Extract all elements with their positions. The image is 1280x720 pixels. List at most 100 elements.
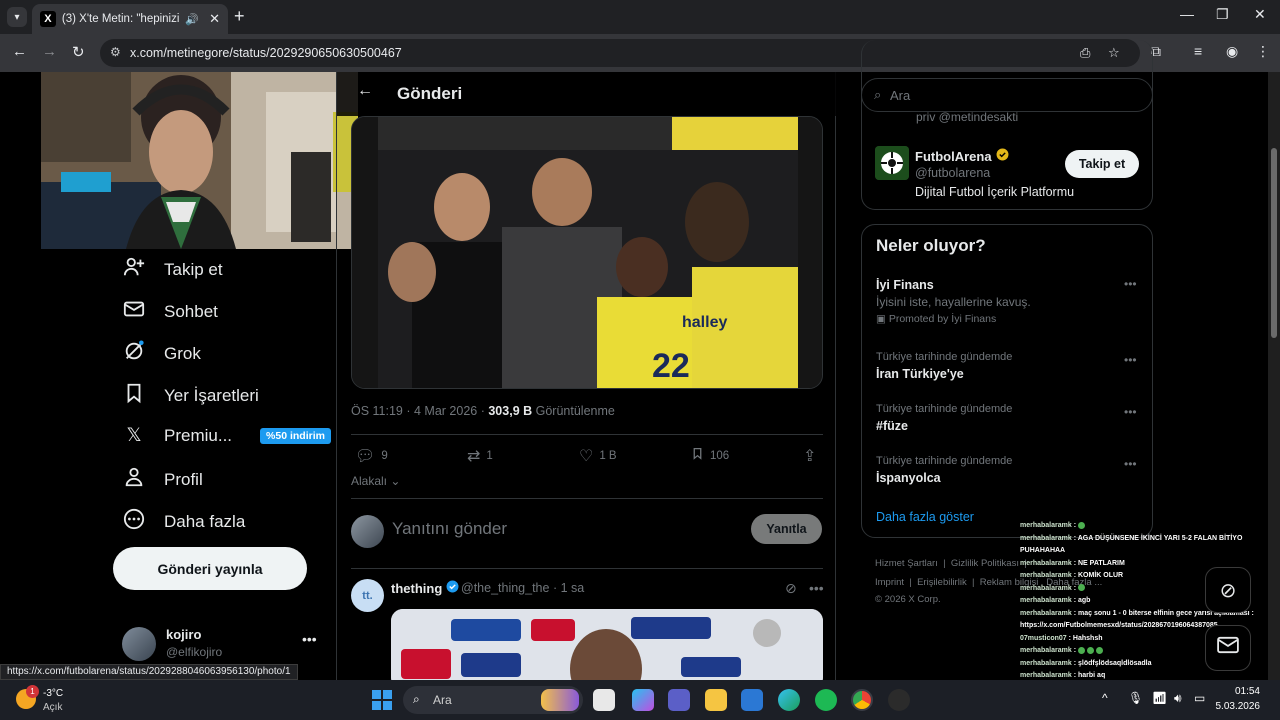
emote-icon (1078, 584, 1085, 592)
edge-icon[interactable] (778, 689, 800, 711)
reply-count: 9 (381, 450, 388, 462)
reply-sort-dropdown[interactable]: Alakalı ⌄ (351, 474, 400, 488)
reply-action[interactable]: 💬︎ 9 (355, 446, 388, 466)
discount-badge: %50 indirim (260, 427, 331, 444)
retweet-action[interactable]: ⇄ 1 (467, 446, 493, 466)
views-label: Görüntülenme (535, 404, 615, 418)
nav-label: Daha fazla (164, 512, 246, 531)
page-scrollbar[interactable] (1268, 72, 1280, 680)
follow-button[interactable]: Takip et (1065, 150, 1139, 178)
trend-item[interactable]: Türkiye tarihinde gündemde #füze (876, 403, 1136, 433)
task-view-icon[interactable] (593, 689, 615, 711)
trend-desc: İyisini iste, hayallerine kavuş. (876, 295, 1031, 309)
media-control-icon[interactable]: ≡ (1194, 43, 1202, 59)
nav-label: Takip et (164, 260, 223, 279)
back-arrow-icon[interactable]: ← (357, 82, 373, 100)
grok-fab[interactable]: ⊘ (1205, 567, 1251, 613)
suggestion-name-text: FutbolArena (915, 148, 992, 164)
teams-icon[interactable] (668, 689, 690, 711)
chat-user: merhabalaramk (1020, 572, 1072, 579)
share-action[interactable]: ⇪ (803, 446, 816, 466)
more-dots-icon[interactable]: ••• (809, 580, 824, 596)
browser-menu-icon[interactable]: ⋮ (1256, 43, 1270, 60)
maximize-button[interactable]: ❐ (1216, 6, 1229, 23)
obs-icon[interactable] (888, 689, 910, 711)
nav-item-follow[interactable]: Takip et (122, 256, 223, 284)
minimize-button[interactable]: — (1180, 6, 1194, 22)
reload-button[interactable]: ↻ (72, 43, 85, 61)
system-clock[interactable]: 01:54 5.03.2026 (1200, 684, 1261, 714)
sort-label: Alakalı (351, 474, 388, 488)
spotify-icon[interactable] (815, 689, 837, 711)
footer-link[interactable]: Imprint (875, 577, 904, 588)
divider (351, 568, 823, 569)
more-dots-icon[interactable]: ••• (1124, 457, 1137, 471)
site-info-icon[interactable]: ⚙ (110, 45, 121, 59)
tweet-photo[interactable]: halley 22 (351, 116, 823, 389)
avatar[interactable]: tt. (351, 579, 384, 612)
window-close-button[interactable]: ✕ (1254, 6, 1266, 23)
forward-button[interactable]: → (42, 43, 57, 60)
more-dots-icon[interactable]: ••• (1124, 277, 1137, 291)
chat-user: merhabalaramk (1020, 609, 1072, 617)
messages-fab[interactable] (1205, 625, 1251, 671)
nav-label: Yer İşaretleri (164, 386, 259, 405)
nav-item-more[interactable]: Daha fazla (122, 508, 245, 536)
chat-text: harbi aq (1078, 672, 1106, 679)
nav-item-grok[interactable]: Grok (122, 340, 201, 368)
retweet-count: 1 (486, 450, 493, 462)
volume-icon[interactable]: 🔊︎ (1174, 691, 1182, 706)
footer-link[interactable]: Hizmet Şartları (875, 558, 938, 569)
chat-text: agb (1078, 597, 1091, 604)
wifi-icon[interactable]: 📶︎ (1152, 691, 1167, 705)
footer-link[interactable]: Gizlilik Politikası (951, 558, 1019, 569)
microphone-icon[interactable]: 🎙︎ (1128, 691, 1143, 705)
nav-item-chat[interactable]: Sohbet (122, 298, 218, 326)
nav-label: Grok (164, 344, 201, 363)
heart-icon: ♡ (579, 448, 594, 465)
speaker-icon[interactable]: 🔊 (185, 13, 199, 26)
store-icon[interactable] (741, 689, 763, 711)
taskbar-search[interactable]: ⌕ Ara (403, 686, 583, 714)
tweet-author[interactable]: thething (391, 580, 459, 596)
file-explorer-icon[interactable] (705, 689, 727, 711)
trend-item[interactable]: Türkiye tarihinde gündemde İran Türkiye'… (876, 351, 1136, 381)
browser-tab[interactable]: X (3) X'te Metin: "hepinizin al 🔊 ✕ (32, 4, 228, 34)
grok-icon[interactable]: ⊘ (785, 580, 797, 597)
show-more-link[interactable]: Daha fazla göster (876, 510, 974, 524)
new-tab-button[interactable]: + (234, 6, 245, 27)
scrollbar-thumb[interactable] (1271, 148, 1277, 338)
back-button[interactable]: ← (12, 43, 27, 60)
chat-user: merhabalaramk (1020, 559, 1072, 567)
nav-item-profile[interactable]: Profil (122, 466, 203, 494)
more-dots-icon[interactable]: ••• (302, 631, 317, 647)
chat-user: 07musticon07 (1020, 634, 1067, 642)
tray-chevron-icon[interactable]: ^ (1102, 691, 1108, 705)
copyright: © 2026 X Corp. (875, 594, 941, 605)
tab-search-dropdown[interactable]: ▾ (7, 7, 27, 27)
more-dots-icon[interactable]: ••• (1124, 353, 1137, 367)
profile-icon[interactable]: ◉ (1226, 43, 1238, 60)
reply-button[interactable]: Yanıtla (751, 514, 822, 544)
trend-item[interactable]: İyi Finans İyisini iste, hayallerine kav… (876, 278, 1136, 325)
tweet-photo[interactable] (391, 609, 823, 689)
nav-item-premium[interactable]: 𝕏 Premiu... %50 indirim (122, 424, 331, 447)
bookmark-action[interactable]: 106 (691, 446, 729, 466)
tweet-time[interactable]: ÖS 11:19 · 4 Mar 2026 · (351, 404, 485, 418)
tweet-meta: ÖS 11:19 · 4 Mar 2026 · 303,9 B Görüntül… (351, 404, 615, 418)
nav-label: Profil (164, 470, 203, 489)
start-button[interactable] (372, 690, 392, 710)
footer-link[interactable]: Erişilebilirlik (917, 577, 967, 588)
trend-item[interactable]: Türkiye tarihinde gündemde İspanyolca (876, 455, 1136, 485)
post-button[interactable]: Gönderi yayınla (113, 547, 307, 590)
chrome-icon[interactable] (851, 689, 873, 711)
follow-suggestion[interactable]: FutbolArena @futbolarena Dijital Futbol … (861, 112, 1153, 210)
futbolarena-logo-icon (875, 146, 909, 180)
reply-input[interactable]: Yanıtını gönder (392, 519, 507, 539)
more-dots-icon[interactable]: ••• (1124, 405, 1137, 419)
copilot-icon[interactable] (632, 689, 654, 711)
tab-close-icon[interactable]: ✕ (209, 11, 220, 27)
nav-item-bookmarks[interactable]: Yer İşaretleri (122, 382, 259, 410)
like-action[interactable]: ♡ 1 B (579, 446, 617, 466)
account-switcher[interactable]: kojiro @elfikojiro ••• (122, 625, 322, 661)
